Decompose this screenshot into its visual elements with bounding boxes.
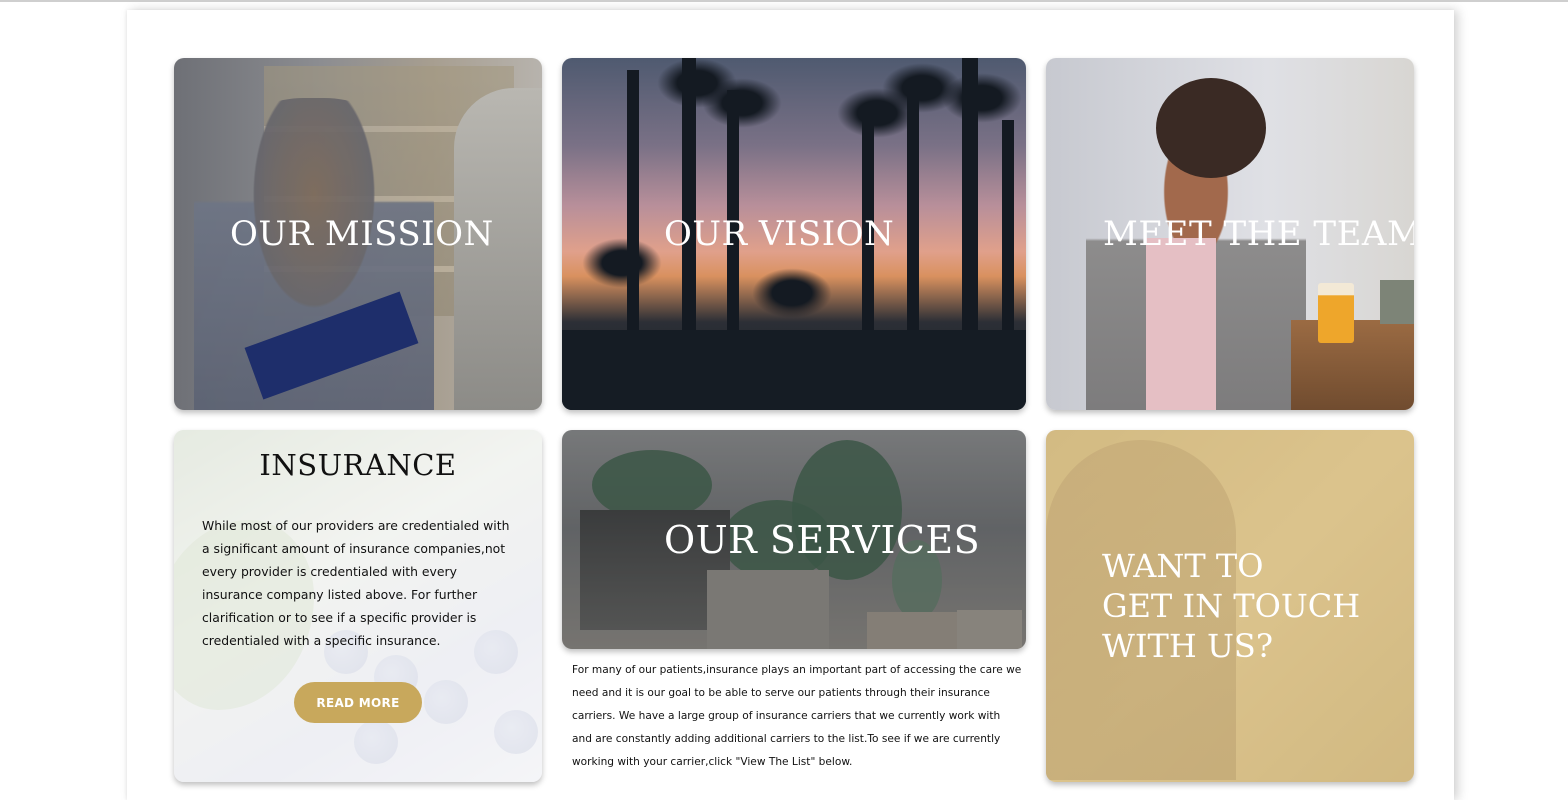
contact-title-line: GET IN TOUCH: [1102, 587, 1361, 625]
services-card[interactable]: OUR SERVICES: [562, 430, 1026, 649]
palm-fronds: [752, 268, 832, 318]
palm-fronds: [942, 73, 1022, 123]
contact-title: WANT TO GET IN TOUCH WITH US?: [1102, 546, 1402, 666]
shirt-image: [1146, 238, 1216, 410]
contact-title-line: WITH US?: [1102, 627, 1273, 665]
insurance-card: INSURANCE While most of our providers ar…: [174, 430, 542, 782]
insurance-title: INSURANCE: [259, 448, 457, 482]
hair-image: [1156, 78, 1266, 178]
contact-card[interactable]: WANT TO GET IN TOUCH WITH US?: [1046, 430, 1414, 782]
vision-card[interactable]: OUR VISION: [562, 58, 1026, 410]
top-border: [0, 0, 1568, 2]
read-more-button[interactable]: READ MORE: [294, 682, 422, 723]
ground-silhouette: [562, 330, 1026, 410]
palm-fronds: [582, 238, 662, 288]
team-card[interactable]: MEET THE TEAM: [1046, 58, 1414, 410]
plant-pot-image: [1380, 280, 1414, 324]
juice-glass-image: [1318, 283, 1354, 343]
mission-title: OUR MISSION: [230, 214, 494, 254]
services-title: OUR SERVICES: [664, 518, 981, 562]
contact-title-line: WANT TO: [1102, 547, 1264, 585]
services-description: For many of our patients,insurance plays…: [572, 664, 1022, 768]
team-title: MEET THE TEAM: [1103, 214, 1414, 254]
mission-card[interactable]: OUR MISSION: [174, 58, 542, 410]
palm-fronds: [702, 78, 782, 128]
vision-title: OUR VISION: [664, 214, 895, 254]
insurance-description: While most of our providers are credenti…: [202, 518, 510, 648]
